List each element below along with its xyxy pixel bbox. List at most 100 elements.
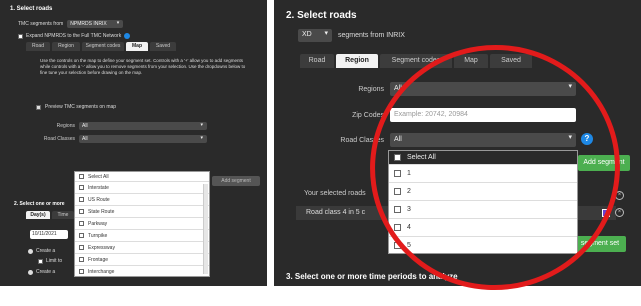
- save-segment-set-button[interactable]: segment set: [574, 236, 626, 252]
- zip-codes-input[interactable]: Example: 20742, 20984: [390, 108, 576, 122]
- list-item[interactable]: 4: [389, 219, 577, 237]
- option-label: 1: [407, 170, 411, 177]
- preview-row: Preview TMC segments on map: [36, 104, 116, 110]
- list-item[interactable]: Expressway: [75, 242, 209, 254]
- tmc-label: TMC segments from: [18, 21, 64, 27]
- list-item[interactable]: State Route: [75, 206, 209, 218]
- option-checkbox[interactable]: [79, 209, 84, 214]
- tmc-source-select[interactable]: NPMRDS INRIX ▾: [67, 20, 124, 28]
- regions-select[interactable]: All ▾: [79, 122, 207, 130]
- option-checkbox[interactable]: [79, 197, 84, 202]
- tmc-source-row: TMC segments from NPMRDS INRIX ▾: [18, 20, 124, 28]
- expand-label: Expand NPMRDS to the Full TMC Network: [26, 33, 122, 39]
- tab-segment-codes[interactable]: Segment codes: [82, 42, 124, 51]
- chevron-down-icon: ▾: [200, 122, 203, 128]
- option-label: Interstate: [88, 184, 109, 191]
- option-label: US Route: [88, 196, 110, 203]
- chevron-down-icon: ▾: [568, 134, 572, 141]
- close-icon[interactable]: ×: [615, 208, 624, 217]
- select-all-label: Select All: [407, 154, 436, 161]
- radio-icon[interactable]: [28, 248, 33, 254]
- limit-row: Limit to: [38, 258, 62, 264]
- option-label: Expressway: [88, 244, 115, 251]
- option-checkbox[interactable]: [79, 245, 84, 250]
- section2-title: 2. Select one or more: [14, 201, 65, 207]
- list-item[interactable]: Interchange: [75, 266, 209, 277]
- regions-row: Regions All ▾: [30, 122, 207, 130]
- road-classes-select[interactable]: All ▾: [390, 133, 576, 147]
- road-classes-value: All: [82, 136, 88, 142]
- xd-select[interactable]: XD ▾: [298, 29, 332, 42]
- option-checkbox[interactable]: [79, 257, 84, 262]
- regions-label: Regions: [56, 123, 75, 129]
- limit-label: Limit to: [46, 258, 63, 264]
- list-item[interactable]: 3: [389, 201, 577, 219]
- option-label: Interchange: [88, 268, 115, 275]
- select-all-item[interactable]: Select All: [389, 151, 577, 165]
- road-classes-label: Road Classes: [340, 136, 384, 144]
- option-checkbox[interactable]: [394, 241, 401, 249]
- list-item[interactable]: 2: [389, 183, 577, 201]
- preview-checkbox[interactable]: [36, 104, 41, 110]
- tab-road[interactable]: Road: [300, 54, 334, 68]
- create-a-row: Create a: [28, 248, 55, 254]
- color-swatch-icon[interactable]: [602, 209, 610, 217]
- tab-time[interactable]: Time: [52, 211, 74, 219]
- list-item[interactable]: Parkway: [75, 218, 209, 230]
- option-checkbox[interactable]: [79, 221, 84, 226]
- road-classes-select[interactable]: All ▾: [79, 135, 207, 143]
- select-all-checkbox[interactable]: [394, 154, 401, 161]
- tab-map[interactable]: Map: [454, 54, 488, 68]
- tab-days[interactable]: Day(s): [26, 211, 50, 219]
- option-checkbox[interactable]: [79, 185, 84, 190]
- regions-value: All: [394, 85, 402, 92]
- section3-title: 3. Select one or more time periods to an…: [286, 272, 458, 281]
- tab-map[interactable]: Map: [126, 42, 148, 51]
- tab-road[interactable]: Road: [26, 42, 50, 51]
- option-checkbox[interactable]: [394, 224, 401, 231]
- option-label: Frontage: [88, 256, 109, 263]
- tab-region[interactable]: Region: [52, 42, 80, 51]
- option-checkbox[interactable]: [79, 233, 84, 238]
- option-checkbox[interactable]: [394, 206, 401, 213]
- list-item[interactable]: 1: [389, 165, 577, 183]
- radio-icon[interactable]: [28, 269, 33, 275]
- create-b-label: Create a: [36, 269, 56, 275]
- selected-roads-label: Your selected roads: [304, 190, 366, 197]
- list-item[interactable]: 5: [389, 237, 577, 253]
- right-screenshot-panel: 2. Select roads XD ▾ segments from INRIX…: [274, 0, 641, 286]
- limit-checkbox[interactable]: [38, 258, 43, 264]
- zip-codes-row: Zip Codes Example: 20742, 20984: [314, 108, 576, 122]
- add-segment-button[interactable]: Add segment: [212, 176, 260, 186]
- segments-label: segments from INRIX: [338, 32, 405, 39]
- add-segment-button[interactable]: Add segment: [578, 155, 630, 171]
- list-item[interactable]: Frontage: [75, 254, 209, 266]
- option-checkbox[interactable]: [79, 269, 84, 274]
- road-classes-dropdown: Select All Interstate US Route State Rou…: [74, 171, 210, 277]
- list-item[interactable]: Interstate: [75, 182, 209, 194]
- option-checkbox[interactable]: [394, 188, 401, 195]
- date-input[interactable]: 10/11/2021: [30, 230, 68, 239]
- expand-row: Expand NPMRDS to the Full TMC Network: [18, 33, 131, 39]
- expand-checkbox[interactable]: [18, 33, 23, 39]
- left-tabs: Road Region Segment codes Map Saved: [26, 42, 178, 51]
- day-time-tabs: Day(s) Time: [26, 211, 76, 219]
- option-label: Parkway: [88, 220, 108, 227]
- tab-segment-codes[interactable]: Segment codes: [380, 54, 452, 68]
- regions-select[interactable]: All ▾: [390, 82, 576, 96]
- xd-value: XD: [302, 31, 312, 38]
- list-item[interactable]: Turnpike: [75, 230, 209, 242]
- help-icon[interactable]: ?: [581, 133, 593, 145]
- close-icon[interactable]: ×: [615, 191, 624, 200]
- tab-region[interactable]: Region: [336, 54, 378, 68]
- tab-saved[interactable]: Saved: [490, 54, 532, 68]
- list-item[interactable]: US Route: [75, 194, 209, 206]
- regions-value: All: [82, 123, 88, 129]
- tab-saved[interactable]: Saved: [150, 42, 176, 51]
- dropdown-scrollbar[interactable]: [203, 184, 208, 274]
- chevron-down-icon: ▾: [568, 83, 572, 90]
- preview-label: Preview TMC segments on map: [45, 104, 117, 110]
- option-checkbox[interactable]: [394, 170, 401, 177]
- select-all-checkbox[interactable]: [79, 174, 84, 179]
- select-all-item[interactable]: Select All: [75, 172, 209, 182]
